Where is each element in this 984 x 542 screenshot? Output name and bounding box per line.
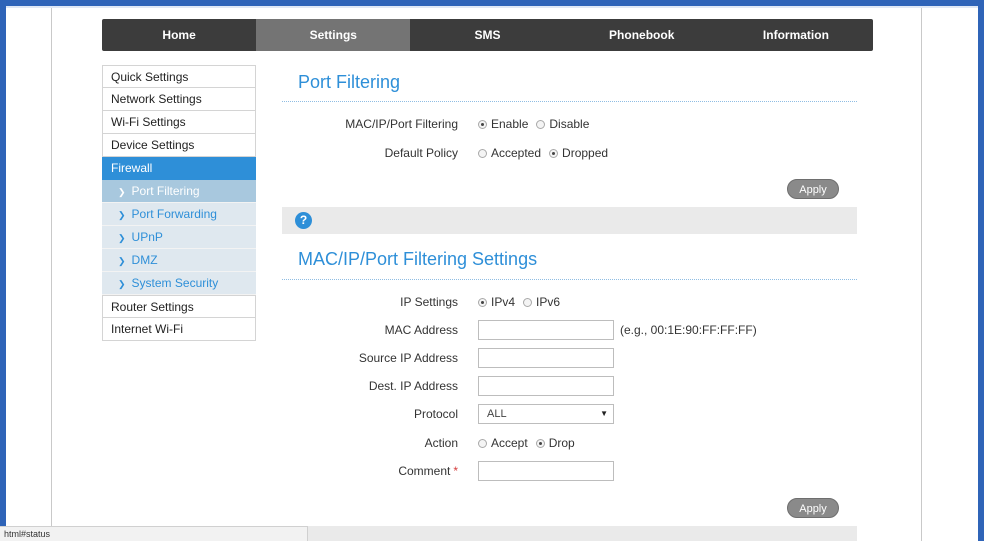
sidebar-subitem-system-security[interactable]: ❯ System Security: [102, 272, 256, 295]
ip-settings-radio-group: IPv4 IPv6: [478, 295, 568, 309]
policy-label: Default Policy: [384, 146, 458, 160]
mac-address-input[interactable]: [478, 320, 614, 340]
settings-section-title: MAC/IP/Port Filtering Settings: [298, 249, 538, 269]
ip-settings-label: IP Settings: [400, 295, 458, 309]
ipv4-radio[interactable]: [478, 297, 487, 307]
window-frame-inner: [6, 6, 978, 8]
filter-radio-group: Enable Disable: [478, 117, 597, 131]
comment-input[interactable]: [478, 461, 614, 481]
section-divider: [282, 279, 857, 280]
protocol-select-value: ALL: [487, 408, 507, 420]
main-nav: Home Settings SMS Phonebook Information: [102, 19, 873, 51]
ipv6-label: IPv6: [536, 295, 561, 309]
help-bar-bottom: [282, 526, 857, 541]
action-drop-radio[interactable]: [535, 438, 545, 448]
sidebar-subitem-label: Port Filtering: [131, 184, 200, 198]
sidebar-subitem-port-forwarding[interactable]: ❯ Port Forwarding: [102, 203, 256, 226]
sidebar-subitem-port-filtering[interactable]: ❯ Port Filtering: [102, 180, 256, 203]
filter-label: MAC/IP/Port Filtering: [345, 117, 458, 131]
action-accept-label: Accept: [491, 436, 528, 450]
policy-dropped-radio[interactable]: [549, 148, 559, 158]
policy-radio-group: Accepted Dropped: [478, 146, 616, 160]
nav-sms[interactable]: SMS: [410, 19, 564, 51]
section-divider: [282, 101, 857, 102]
filter-disable-radio[interactable]: [536, 119, 546, 129]
sidebar-item-quick-settings[interactable]: Quick Settings: [102, 65, 256, 88]
sidebar-item-internet-wifi[interactable]: Internet Wi-Fi: [102, 318, 256, 341]
sidebar-item-firewall[interactable]: Firewall: [102, 157, 256, 180]
nav-information[interactable]: Information: [719, 19, 873, 51]
comment-label: Comment: [398, 464, 451, 478]
source-ip-label: Source IP Address: [358, 351, 458, 365]
filter-disable-label: Disable: [549, 117, 590, 131]
protocol-select[interactable]: ALL ▼: [478, 404, 614, 424]
ipv6-radio[interactable]: [523, 297, 533, 307]
chevron-right-icon: ❯: [118, 279, 126, 289]
mac-address-hint: (e.g., 00:1E:90:FF:FF:FF): [620, 323, 757, 337]
sidebar-subitem-dmz[interactable]: ❯ DMZ: [102, 249, 256, 272]
protocol-label: Protocol: [413, 407, 458, 421]
help-bar: ?: [282, 207, 857, 234]
filter-enable-label: Enable: [491, 117, 529, 131]
apply-button-filtering[interactable]: Apply: [787, 179, 839, 199]
page-guide-left: [51, 8, 52, 541]
port-filtering-title: Port Filtering: [298, 72, 401, 92]
chevron-right-icon: ❯: [118, 187, 126, 197]
required-marker: *: [453, 464, 458, 478]
sidebar-item-device-settings[interactable]: Device Settings: [102, 134, 256, 157]
nav-settings[interactable]: Settings: [256, 19, 411, 51]
window-frame-right: [978, 0, 984, 541]
sidebar-subitem-upnp[interactable]: ❯ UPnP: [102, 226, 256, 249]
action-drop-label: Drop: [548, 436, 575, 450]
chevron-right-icon: ❯: [118, 256, 126, 266]
nav-home[interactable]: Home: [102, 19, 256, 51]
nav-phonebook[interactable]: Phonebook: [565, 19, 719, 51]
comment-label-wrap: Comment *: [280, 464, 458, 478]
sidebar-subitem-label: DMZ: [131, 253, 158, 267]
apply-button-settings[interactable]: Apply: [787, 498, 839, 518]
sidebar: Quick Settings Network Settings Wi-Fi Se…: [102, 65, 256, 341]
dest-ip-input[interactable]: [478, 376, 614, 396]
chevron-right-icon: ❯: [118, 210, 126, 220]
policy-dropped-label: Dropped: [562, 146, 609, 160]
chevron-right-icon: ❯: [118, 233, 126, 243]
sidebar-subitem-label: Port Forwarding: [131, 207, 217, 221]
policy-accepted-radio[interactable]: [478, 148, 487, 158]
mac-address-label: MAC Address: [384, 323, 458, 337]
help-icon[interactable]: ?: [295, 212, 312, 229]
source-ip-input[interactable]: [478, 348, 614, 368]
dest-ip-label: Dest. IP Address: [368, 379, 458, 393]
sidebar-item-wifi-settings[interactable]: Wi-Fi Settings: [102, 111, 256, 134]
sidebar-subitem-label: System Security: [131, 276, 219, 290]
sidebar-subitem-label: UPnP: [131, 230, 163, 244]
action-radio-group: Accept Drop: [478, 436, 583, 450]
window-frame-left: [0, 0, 6, 541]
sidebar-item-network-settings[interactable]: Network Settings: [102, 88, 256, 111]
sidebar-item-router-settings[interactable]: Router Settings: [102, 295, 256, 318]
page-guide-right: [921, 8, 922, 541]
browser-status-bar: html#status: [0, 526, 308, 541]
filter-enable-radio[interactable]: [478, 119, 487, 129]
policy-accepted-label: Accepted: [491, 146, 542, 160]
action-label: Action: [424, 436, 458, 450]
action-accept-radio[interactable]: [478, 438, 487, 448]
ipv4-label: IPv4: [491, 295, 516, 309]
dropdown-arrow-icon: ▼: [600, 409, 608, 418]
